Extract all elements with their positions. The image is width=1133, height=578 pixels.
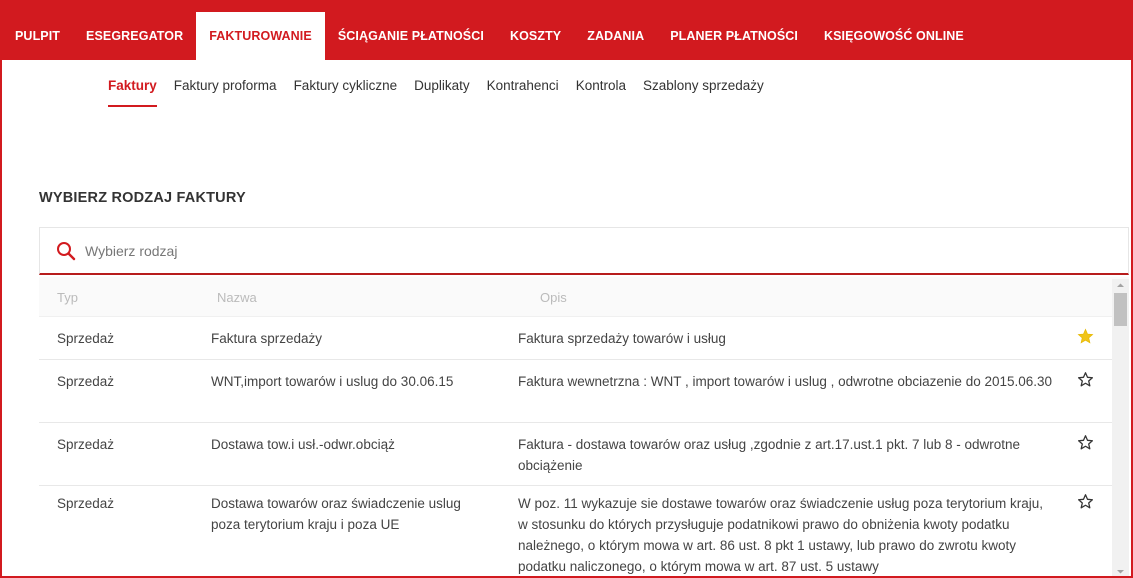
scroll-down-arrow-icon[interactable]: [1112, 565, 1129, 576]
search-icon[interactable]: [55, 240, 77, 262]
row-typ: Sprzedaż: [57, 437, 115, 452]
search-box: [39, 227, 1129, 275]
tab-faktury[interactable]: Faktury: [108, 78, 157, 107]
star-filled-icon[interactable]: [1077, 328, 1095, 346]
table-scrollbar[interactable]: [1112, 279, 1129, 576]
column-header-nazwa[interactable]: Nazwa: [217, 290, 257, 305]
top-navigation: PULPIT ESEGREGATOR FAKTUROWANIE ŚCIĄGANI…: [2, 0, 1131, 60]
star-outline-icon[interactable]: [1077, 493, 1095, 511]
nav-ksiegowosc-online[interactable]: KSIĘGOWOŚĆ ONLINE: [811, 12, 977, 60]
table-row[interactable]: Sprzedaż WNT,import towarów i uslug do 3…: [39, 360, 1129, 423]
tab-faktury-cykliczne[interactable]: Faktury cykliczne: [294, 78, 398, 107]
row-opis: Faktura sprzedaży towarów i usług: [518, 331, 726, 346]
row-typ: Sprzedaż: [57, 331, 115, 346]
column-header-typ[interactable]: Typ: [57, 290, 78, 305]
tab-szablony-sprzedazy[interactable]: Szablony sprzedaży: [643, 78, 764, 107]
row-typ: Sprzedaż: [57, 496, 115, 511]
tab-duplikaty[interactable]: Duplikaty: [414, 78, 470, 107]
nav-sciaganie-platnosci[interactable]: ŚCIĄGANIE PŁATNOŚCI: [325, 12, 497, 60]
nav-esegregator[interactable]: ESEGREGATOR: [73, 12, 196, 60]
nav-zadania[interactable]: ZADANIA: [574, 12, 657, 60]
row-nazwa: WNT,import towarów i uslug do 30.06.15: [211, 374, 454, 389]
table-row[interactable]: Sprzedaż Dostawa tow.i usł.-odwr.obciąż …: [39, 423, 1129, 486]
sub-navigation: Faktury Faktury proforma Faktury cyklicz…: [108, 78, 781, 107]
table-header: Typ Nazwa Opis: [39, 277, 1129, 317]
row-opis: W poz. 11 wykazuje sie dostawe towarów o…: [518, 496, 1043, 574]
nav-fakturowanie[interactable]: FAKTUROWANIE: [196, 12, 325, 60]
nav-koszty[interactable]: KOSZTY: [497, 12, 574, 60]
table-row[interactable]: Sprzedaż Faktura sprzedaży Faktura sprze…: [39, 317, 1129, 360]
row-opis: Faktura - dostawa towarów oraz usług ,zg…: [518, 437, 1021, 473]
row-typ: Sprzedaż: [57, 374, 115, 389]
scroll-up-arrow-icon[interactable]: [1112, 279, 1129, 292]
scrollbar-thumb[interactable]: [1114, 293, 1127, 326]
table-row[interactable]: Sprzedaż Dostawa towarów oraz świadczeni…: [39, 486, 1129, 576]
star-outline-icon[interactable]: [1077, 434, 1095, 452]
row-nazwa: Dostawa tow.i usł.-odwr.obciąż: [211, 437, 395, 452]
tab-kontrahenci[interactable]: Kontrahenci: [487, 78, 559, 107]
row-nazwa: Dostawa towarów oraz świadczenie uslug p…: [211, 496, 461, 532]
invoice-type-search-input[interactable]: [85, 242, 985, 259]
column-header-opis[interactable]: Opis: [540, 290, 567, 305]
invoice-types-table: Typ Nazwa Opis Sprzedaż Faktura sprzedaż…: [39, 277, 1129, 576]
nav-pulpit[interactable]: PULPIT: [2, 12, 73, 60]
tab-kontrola[interactable]: Kontrola: [576, 78, 626, 107]
star-outline-icon[interactable]: [1077, 371, 1095, 389]
nav-planer-platnosci[interactable]: PLANER PŁATNOŚCI: [657, 12, 811, 60]
row-opis: Faktura wewnetrzna : WNT , import towaró…: [518, 374, 1053, 389]
tab-faktury-proforma[interactable]: Faktury proforma: [174, 78, 277, 107]
section-title: WYBIERZ RODZAJ FAKTURY: [39, 190, 246, 206]
row-nazwa: Faktura sprzedaży: [211, 331, 323, 346]
app-frame: PULPIT ESEGREGATOR FAKTUROWANIE ŚCIĄGANI…: [0, 0, 1133, 578]
